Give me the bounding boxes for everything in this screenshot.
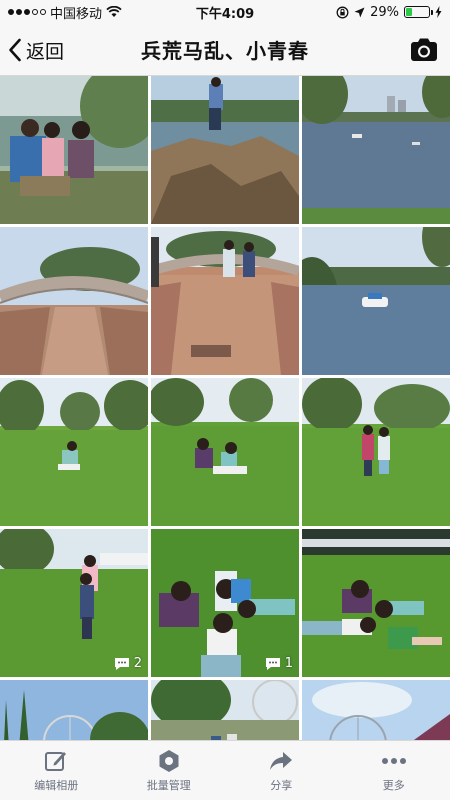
more-button[interactable]: 更多 [338,741,450,800]
carrier-label: 中国移动 [50,6,103,22]
photo-thumbnail [151,76,299,224]
battery-percent: 29% [370,4,399,20]
photo-thumbnail [302,227,450,375]
comment-badge: 2 [114,656,142,671]
bottom-toolbar: 编辑相册 批量管理 分享 更多 [0,740,450,800]
photo-thumbnail [0,378,148,526]
photo-thumbnail [151,378,299,526]
chevron-left-icon [9,38,21,62]
status-right: 29% [336,5,442,20]
photo-thumbnail [302,529,450,677]
batch-manage-button[interactable]: 批量管理 [113,741,226,800]
photo-thumbnail [302,76,450,224]
wifi-icon [106,6,122,17]
photo-tile[interactable] [302,378,450,526]
comment-icon [114,657,129,670]
photo-tile[interactable] [302,76,450,224]
photo-thumbnail [0,680,148,740]
photo-thumbnail [0,529,148,677]
edit-album-button[interactable]: 编辑相册 [0,741,113,800]
share-icon [270,751,293,770]
comment-badge: 1 [265,656,293,671]
photo-tile[interactable] [302,529,450,677]
battery-icon [404,6,433,18]
photo-tile[interactable] [302,680,450,740]
photo-grid: 2 1 [0,76,450,740]
photo-thumbnail [302,680,450,740]
comment-count: 2 [133,656,142,671]
batch-manage-label: 批量管理 [146,778,191,792]
photo-tile[interactable] [151,76,299,224]
photo-thumbnail [0,227,148,375]
share-label: 分享 [270,778,293,792]
camera-icon[interactable] [410,36,438,64]
manage-icon [159,749,179,772]
photo-thumbnail [151,680,299,740]
status-bar: 中国移动 下午4:09 29% [0,0,450,24]
charging-icon [435,6,442,18]
photo-tile[interactable] [0,378,148,526]
rotation-lock-icon [336,6,349,18]
photo-tile[interactable] [0,680,148,740]
battery-fill [406,8,413,16]
back-label: 返回 [26,40,65,63]
page-title: 兵荒马乱、小青春 [141,39,309,63]
photo-thumbnail [302,378,450,526]
location-arrow-icon [354,7,365,17]
photo-thumbnail [151,227,299,375]
photo-tile[interactable] [151,680,299,740]
signal-strength-icon [8,9,46,15]
nav-bar: 返回 兵荒马乱、小青春 [0,24,450,76]
comment-count: 1 [284,656,293,671]
photo-tile[interactable] [151,227,299,375]
back-button[interactable]: 返回 [8,34,64,66]
photo-tile[interactable] [151,378,299,526]
share-button[interactable]: 分享 [225,741,338,800]
photo-tile[interactable]: 1 [151,529,299,677]
photo-tile[interactable] [0,76,148,224]
more-label: 更多 [382,778,405,792]
edit-icon [45,751,67,771]
photo-thumbnail [0,76,148,224]
comment-icon [265,657,280,670]
photo-thumbnail [151,529,299,677]
photo-tile[interactable] [0,227,148,375]
photo-tile[interactable]: 2 [0,529,148,677]
edit-album-label: 编辑相册 [34,778,79,792]
photo-tile[interactable] [302,227,450,375]
more-icon [381,757,406,764]
status-left: 中国移动 [8,3,122,22]
